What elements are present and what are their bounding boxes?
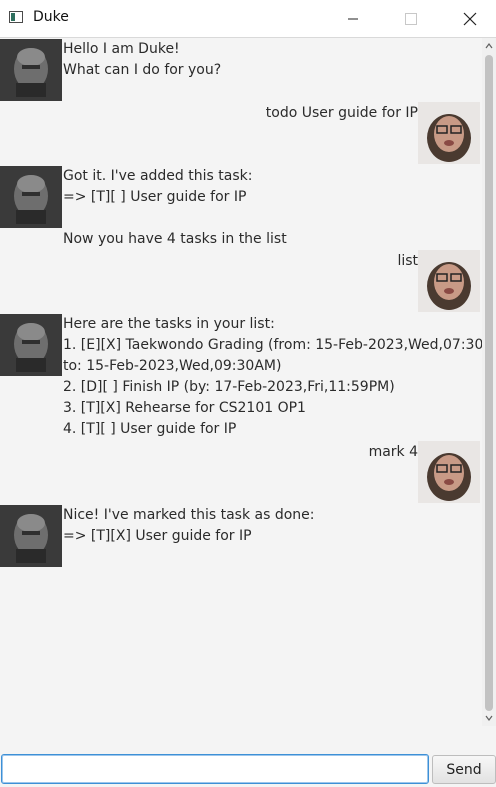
message-line: 2. [D][ ] Finish IP (by: 17-Feb-2023,Fri… bbox=[63, 379, 395, 395]
maximize-button[interactable] bbox=[387, 0, 435, 37]
message-line: Now you have 4 tasks in the list bbox=[63, 231, 287, 247]
message-line: mark 4 bbox=[368, 444, 418, 460]
message-input[interactable] bbox=[1, 754, 429, 784]
chevron-up-icon[interactable] bbox=[485, 42, 493, 50]
chevron-down-icon[interactable] bbox=[485, 714, 493, 722]
user-avatar bbox=[418, 441, 480, 503]
close-button[interactable] bbox=[446, 0, 494, 37]
close-icon bbox=[463, 12, 477, 25]
user-message: list bbox=[397, 251, 418, 272]
duke-message: Hello I am Duke! What can I do for you? bbox=[63, 39, 221, 81]
message-line: to: 15-Feb-2023,Wed,09:30AM) bbox=[63, 358, 282, 374]
user-avatar bbox=[418, 102, 480, 164]
app-icon bbox=[9, 11, 23, 23]
duke-avatar bbox=[0, 39, 62, 101]
scrollbar-thumb[interactable] bbox=[485, 55, 493, 711]
window-title: Duke bbox=[33, 9, 69, 25]
message-line bbox=[63, 208, 287, 229]
send-button[interactable]: Send bbox=[432, 755, 496, 784]
duke-message: Got it. I've added this task: => [T][ ] … bbox=[63, 166, 287, 250]
message-line: 1. [E][X] Taekwondo Grading (from: 15-Fe… bbox=[63, 337, 496, 353]
message-line: 3. [T][X] Rehearse for CS2101 OP1 bbox=[63, 400, 306, 416]
user-avatar bbox=[418, 250, 480, 312]
message-line: => [T][X] User guide for IP bbox=[63, 528, 252, 544]
message-line: list bbox=[397, 253, 418, 269]
message-line: Here are the tasks in your list: bbox=[63, 316, 275, 332]
user-message: mark 4 bbox=[369, 442, 418, 463]
message-line: Hello I am Duke! bbox=[63, 41, 180, 57]
duke-avatar bbox=[0, 505, 62, 567]
duke-message: Nice! I've marked this task as done: => … bbox=[63, 505, 315, 547]
maximize-icon bbox=[405, 12, 417, 25]
user-message: todo User guide for IP bbox=[266, 103, 418, 124]
duke-avatar bbox=[0, 314, 62, 376]
title-bar: Duke bbox=[0, 0, 496, 38]
chat-scrollbar[interactable] bbox=[482, 38, 496, 726]
message-line: Got it. I've added this task: bbox=[63, 168, 253, 184]
message-line: Nice! I've marked this task as done: bbox=[63, 507, 315, 523]
message-line: What can I do for you? bbox=[63, 62, 222, 78]
message-line: todo User guide for IP bbox=[265, 105, 418, 121]
message-line: => [T][ ] User guide for IP bbox=[63, 189, 247, 205]
message-line: 4. [T][ ] User guide for IP bbox=[63, 421, 237, 437]
minimize-button[interactable] bbox=[329, 0, 377, 37]
duke-avatar bbox=[0, 166, 62, 228]
duke-message: Here are the tasks in your list: 1. [E][… bbox=[63, 314, 496, 440]
minimize-icon bbox=[348, 18, 358, 19]
